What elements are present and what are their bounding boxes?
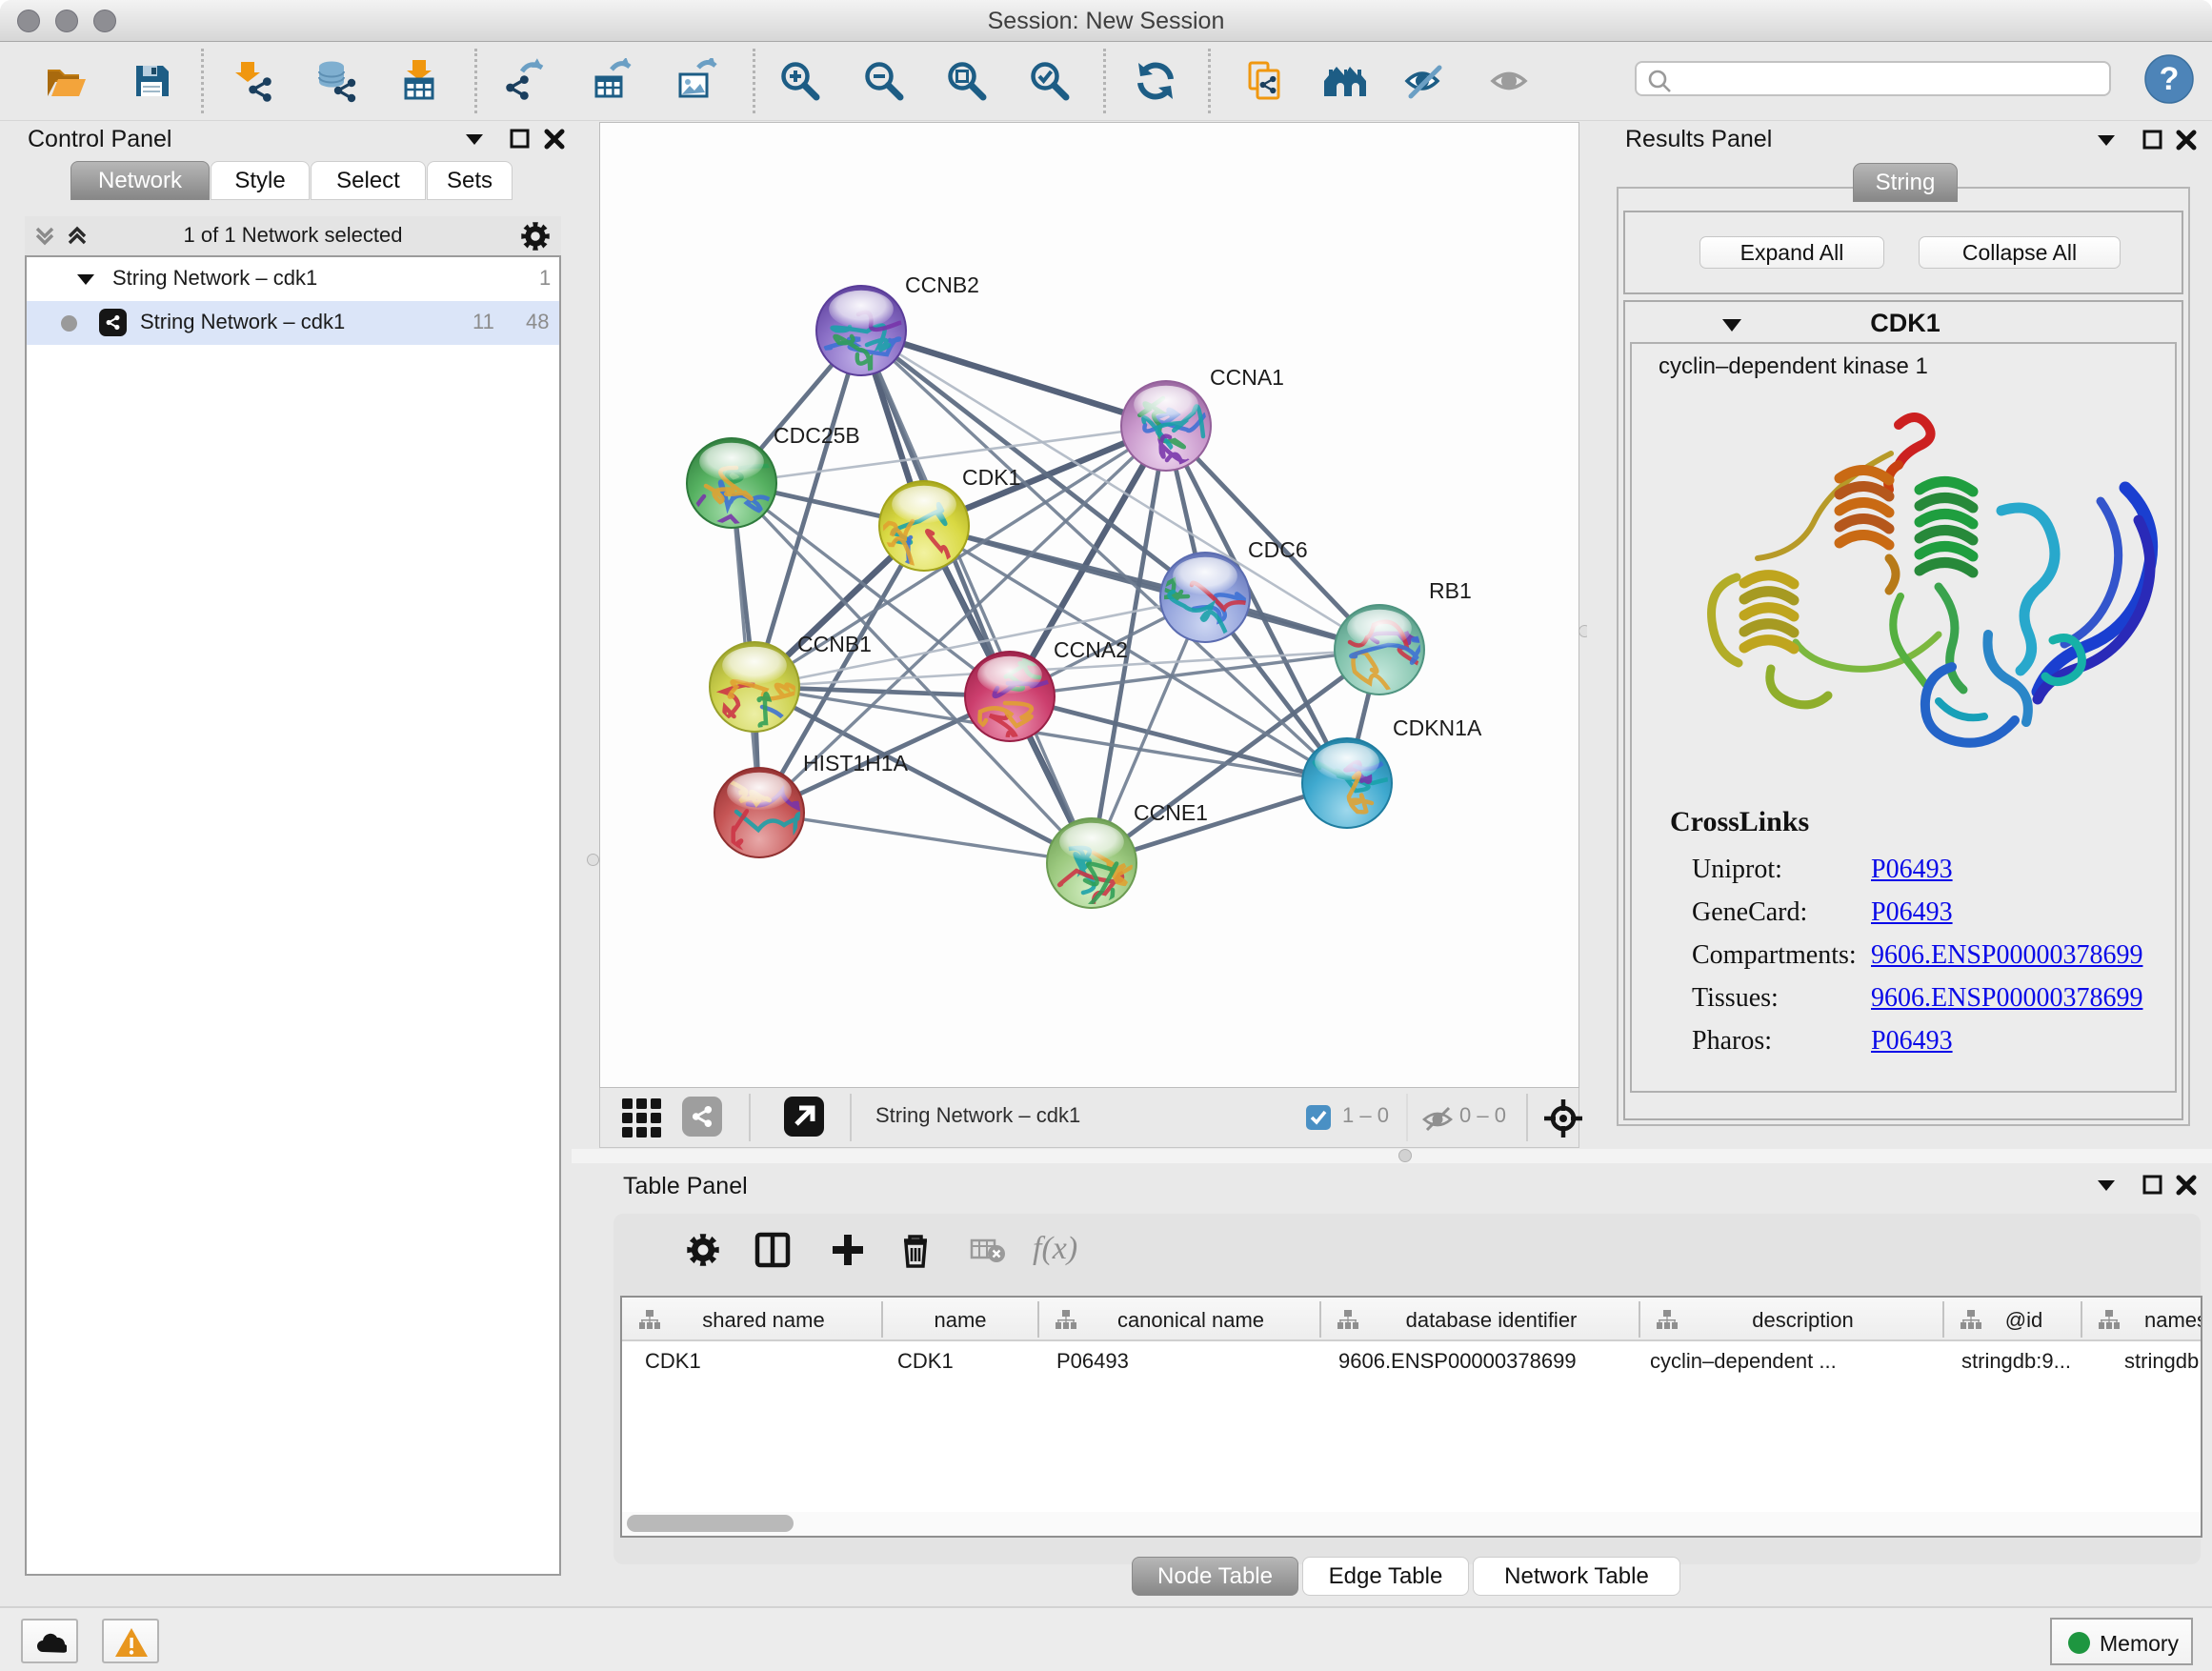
svg-text:CDC6: CDC6 [1248, 537, 1308, 562]
svg-text:namespac: namespac [2144, 1308, 2201, 1332]
svg-text:shared name: shared name [702, 1308, 824, 1332]
svg-text:CDC25B: CDC25B [774, 423, 860, 448]
svg-text:CDKN1A: CDKN1A [1393, 715, 1482, 740]
svg-text:CCNB2: CCNB2 [905, 272, 979, 297]
svg-text:CCNE1: CCNE1 [1134, 800, 1208, 825]
svg-text:?: ? [2160, 61, 2180, 97]
svg-text:HIST1H1A: HIST1H1A [803, 751, 909, 775]
svg-text:RB1: RB1 [1429, 578, 1472, 603]
svg-text:canonical name: canonical name [1117, 1308, 1264, 1332]
svg-text:name: name [934, 1308, 986, 1332]
svg-text:CCNB1: CCNB1 [797, 632, 872, 656]
svg-text:CCNA1: CCNA1 [1210, 365, 1284, 390]
svg-text:database identifier: database identifier [1406, 1308, 1578, 1332]
svg-text:@id: @id [2005, 1308, 2042, 1332]
svg-text:CDK1: CDK1 [962, 465, 1020, 490]
svg-text:description: description [1752, 1308, 1853, 1332]
svg-text:CCNA2: CCNA2 [1054, 637, 1128, 662]
